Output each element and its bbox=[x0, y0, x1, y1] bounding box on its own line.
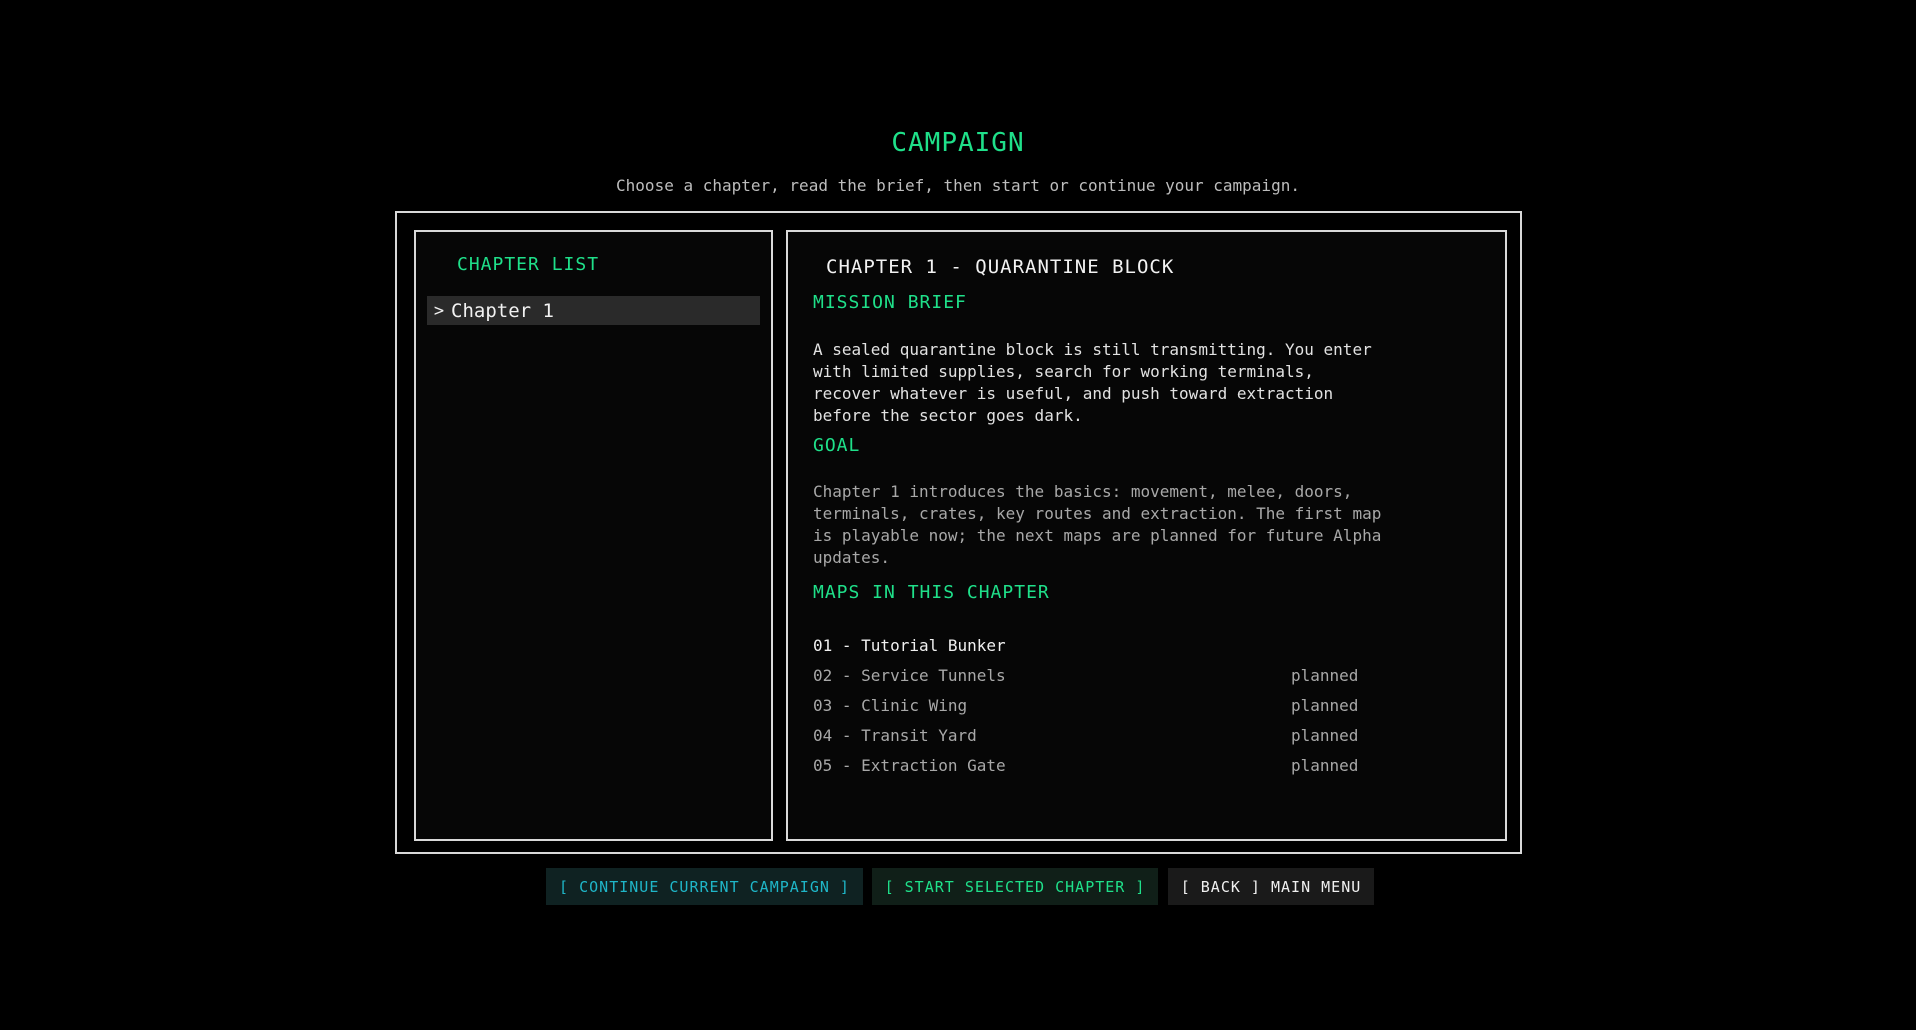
mission-brief-text: A sealed quarantine block is still trans… bbox=[813, 339, 1433, 427]
start-chapter-button[interactable]: [ START SELECTED CHAPTER ] bbox=[872, 868, 1158, 905]
continue-campaign-button[interactable]: [ CONTINUE CURRENT CAMPAIGN ] bbox=[546, 868, 863, 905]
chapter-list-item-label: Chapter 1 bbox=[451, 299, 554, 322]
mission-brief-line: A sealed quarantine block is still trans… bbox=[813, 340, 1372, 359]
mission-brief-line: before the sector goes dark. bbox=[813, 406, 1083, 425]
page-subtitle: Choose a chapter, read the brief, then s… bbox=[616, 176, 1300, 195]
goal-heading: GOAL bbox=[813, 435, 861, 456]
map-status: planned bbox=[1291, 726, 1359, 745]
chapter-list-item[interactable]: > Chapter 1 bbox=[427, 296, 760, 325]
map-name: 03 - Clinic Wing bbox=[813, 696, 968, 715]
map-status: planned bbox=[1291, 666, 1359, 685]
map-row: 04 - Transit Yard planned bbox=[813, 721, 1363, 751]
chapter-list-heading: CHAPTER LIST bbox=[457, 254, 600, 275]
chapter-title: CHAPTER 1 - QUARANTINE BLOCK bbox=[826, 256, 1175, 278]
maps-heading: MAPS IN THIS CHAPTER bbox=[813, 582, 1050, 603]
goal-line: Chapter 1 introduces the basics: movemen… bbox=[813, 482, 1353, 501]
goal-line: is playable now; the next maps are plann… bbox=[813, 526, 1382, 545]
goal-line: updates. bbox=[813, 548, 891, 567]
maps-list: 01 - Tutorial Bunker 02 - Service Tunnel… bbox=[813, 631, 1363, 781]
map-status: planned bbox=[1291, 756, 1359, 775]
map-name: 01 - Tutorial Bunker bbox=[813, 636, 1006, 655]
map-name: 02 - Service Tunnels bbox=[813, 666, 1006, 685]
back-main-menu-button[interactable]: [ BACK ] MAIN MENU bbox=[1168, 868, 1374, 905]
map-row: 01 - Tutorial Bunker bbox=[813, 631, 1363, 661]
map-row: 03 - Clinic Wing planned bbox=[813, 691, 1363, 721]
selection-caret-icon: > bbox=[433, 300, 445, 321]
map-name: 05 - Extraction Gate bbox=[813, 756, 1006, 775]
map-status: planned bbox=[1291, 696, 1359, 715]
page-title: CAMPAIGN bbox=[891, 128, 1025, 158]
mission-brief-heading: MISSION BRIEF bbox=[813, 292, 967, 313]
goal-text: Chapter 1 introduces the basics: movemen… bbox=[813, 481, 1433, 569]
map-row: 02 - Service Tunnels planned bbox=[813, 661, 1363, 691]
mission-brief-line: recover whatever is useful, and push tow… bbox=[813, 384, 1334, 403]
chapter-list-panel: CHAPTER LIST > Chapter 1 bbox=[414, 230, 773, 841]
chapter-detail-panel: CHAPTER 1 - QUARANTINE BLOCK MISSION BRI… bbox=[786, 230, 1507, 841]
mission-brief-line: with limited supplies, search for workin… bbox=[813, 362, 1314, 381]
map-row: 05 - Extraction Gate planned bbox=[813, 751, 1363, 781]
goal-line: terminals, crates, key routes and extrac… bbox=[813, 504, 1382, 523]
map-name: 04 - Transit Yard bbox=[813, 726, 977, 745]
